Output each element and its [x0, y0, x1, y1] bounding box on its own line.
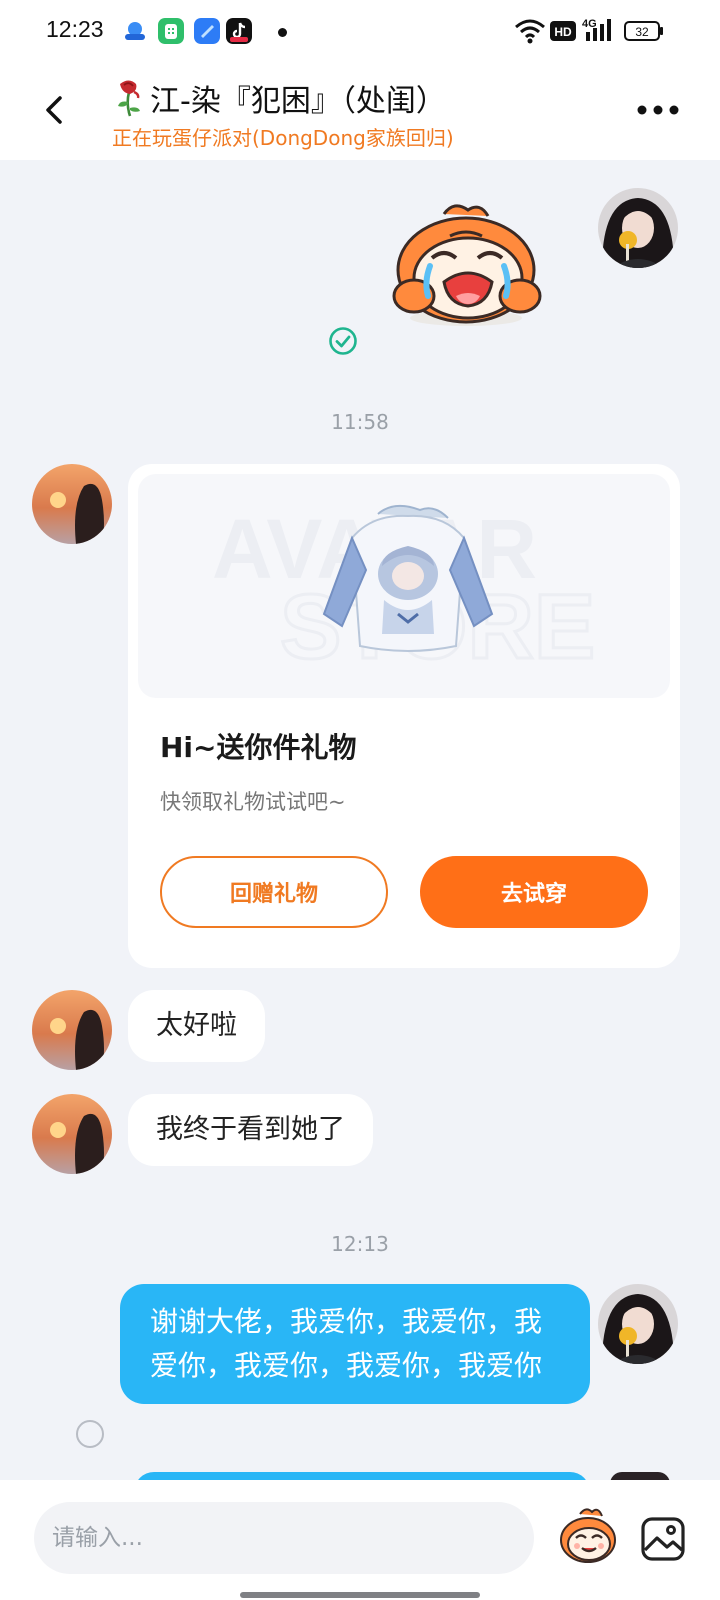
message-input-bar: 请输入...: [0, 1480, 720, 1600]
wilted-rose-icon: [118, 80, 140, 117]
home-indicator[interactable]: [240, 1592, 480, 1598]
more-dots-icon[interactable]: [632, 92, 684, 128]
hd-icon: HD: [550, 21, 576, 41]
eggy-emoji-icon[interactable]: [556, 1504, 620, 1568]
gift-card-subtitle: 快领取礼物试试吧~: [160, 790, 346, 814]
incoming-message[interactable]: 我终于看到她了: [128, 1094, 373, 1166]
contact-name-row[interactable]: 江-染『犯困』（处闺）: [110, 76, 446, 120]
contact-avatar[interactable]: [32, 464, 112, 544]
svg-text:32: 32: [635, 25, 649, 39]
status-time: 12:23: [46, 16, 104, 42]
status-bar: 12:23 HD 4G 32: [0, 0, 720, 62]
contact-avatar[interactable]: [32, 990, 112, 1070]
my-avatar-image: [598, 1284, 678, 1364]
timestamp: 12:13: [331, 1232, 389, 1256]
blue-app-icon: [194, 18, 220, 44]
contact-avatar-image: [32, 990, 112, 1070]
my-avatar-image: [598, 188, 678, 268]
tiktok-icon: [226, 18, 252, 44]
incoming-message[interactable]: 太好啦: [128, 990, 265, 1062]
outgoing-message[interactable]: 谢谢大佬，我爱你，我爱你，我爱你，我爱你，我爱你，我爱你: [120, 1284, 590, 1404]
green-app-icon: [158, 18, 184, 44]
my-avatar[interactable]: [598, 188, 678, 268]
try-on-button[interactable]: 去试穿: [420, 856, 648, 928]
chevron-left-icon[interactable]: [30, 86, 78, 134]
notification-dot-icon: [278, 28, 287, 37]
read-check-icon: [329, 327, 357, 355]
return-gift-button[interactable]: 回赠礼物: [160, 856, 388, 928]
gift-preview[interactable]: AVATAR STORE: [138, 474, 670, 698]
gift-image-canvas: AVATAR STORE: [212, 502, 597, 680]
my-avatar[interactable]: [598, 1284, 678, 1364]
gift-card-title: Hi~送你件礼物: [160, 731, 357, 764]
chat-header: 江-染『犯困』（处闺） 正在玩蛋仔派对(DongDong家族回归): [0, 62, 720, 160]
contact-activity-status: 正在玩蛋仔派对(DongDong家族回归): [112, 126, 454, 150]
svg-text:HD: HD: [554, 25, 572, 39]
gift-card[interactable]: AVATAR STORE Hi~送你件礼物 快领取礼物试试吧~ 回赠礼物 去试穿: [128, 464, 680, 968]
contact-avatar-image: [32, 1094, 112, 1174]
contact-avatar-image: [32, 464, 112, 544]
contact-avatar[interactable]: [32, 1094, 112, 1174]
crying-eggy-sticker[interactable]: [384, 200, 548, 330]
message-input[interactable]: 请输入...: [34, 1502, 534, 1574]
signal-icon: 4G: [582, 18, 611, 41]
timestamp: 11:58: [331, 410, 389, 434]
battery-icon: 32: [624, 21, 663, 41]
image-picker-icon[interactable]: [640, 1516, 686, 1562]
wifi-icon: [515, 19, 545, 44]
contact-name: 江-染『犯困』（处闺）: [150, 84, 446, 119]
unread-status-icon: [76, 1420, 104, 1448]
baidu-netdisk-icon: [122, 18, 148, 44]
